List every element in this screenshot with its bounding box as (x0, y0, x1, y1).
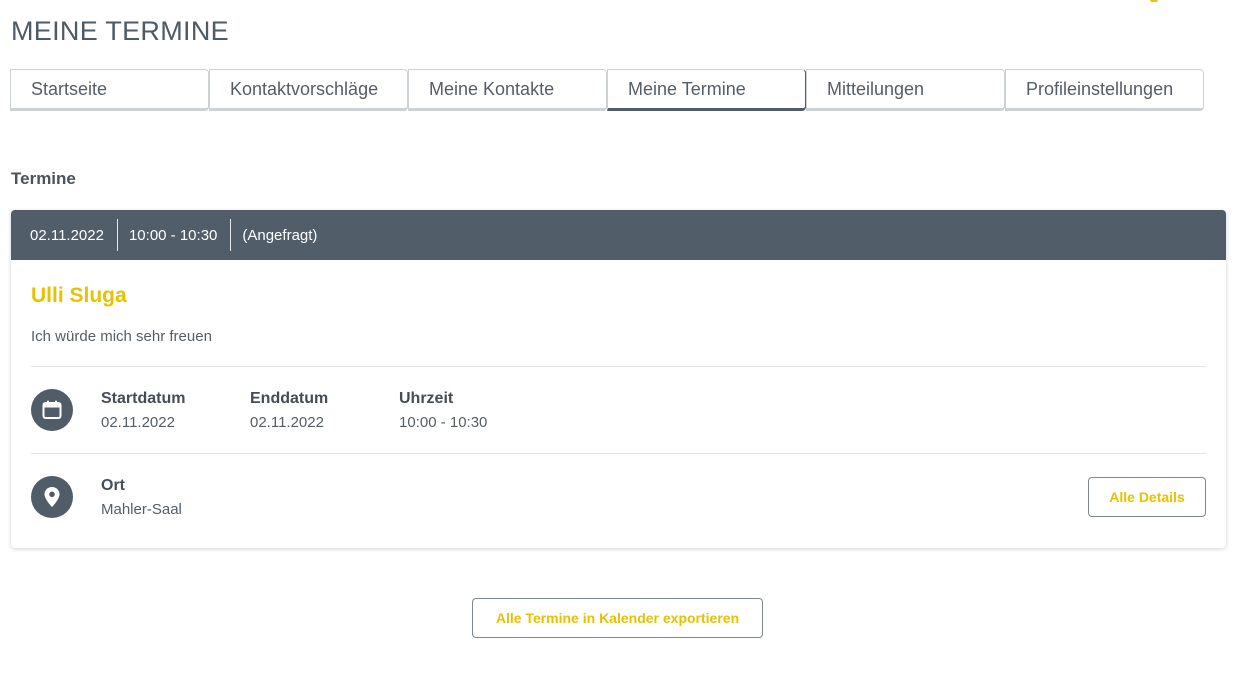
tab-startseite[interactable]: Startseite (10, 69, 209, 111)
location-pin-icon (31, 476, 73, 518)
appointment-body: Ulli Sluga Ich würde mich sehr freuen St… (11, 284, 1226, 540)
time-value: 10:00 - 10:30 (399, 413, 488, 431)
appointment-message: Ich würde mich sehr freuen (31, 328, 212, 345)
all-details-button[interactable]: Alle Details (1088, 477, 1206, 517)
export-calendar-button[interactable]: Alle Termine in Kalender exportieren (472, 598, 763, 638)
contact-name[interactable]: Ulli Sluga (31, 284, 1206, 308)
start-date-label: Startdatum (101, 389, 186, 407)
tab-profileinstellungen[interactable]: Profileinstellungen (1005, 69, 1204, 111)
tab-bar: Startseite Kontaktvorschläge Meine Konta… (10, 69, 1206, 111)
location-fields: Ort Mahler-Saal (101, 477, 250, 518)
page-title: MEINE TERMINE (11, 16, 229, 46)
page: MEINE TERMINE Startseite Kontaktvorschlä… (0, 0, 1240, 698)
appointment-time: 10:00 - 10:30 (128, 226, 218, 244)
corner-accent-mark (1150, 0, 1158, 2)
tab-kontaktvorschlaege[interactable]: Kontaktvorschläge (209, 69, 408, 111)
section-heading: Termine (11, 169, 76, 188)
tab-meine-kontakte[interactable]: Meine Kontakte (408, 69, 607, 111)
appointment-date: 02.11.2022 (30, 226, 104, 244)
location-value: Mahler-Saal (101, 500, 182, 518)
appointment-status: (Angefragt) (242, 226, 318, 244)
appointment-card: 02.11.2022 10:00 - 10:30 (Angefragt) Ull… (11, 210, 1226, 548)
calendar-icon (31, 389, 73, 431)
header-divider (230, 219, 232, 251)
tab-meine-termine[interactable]: Meine Termine (607, 69, 806, 111)
location-info-row: Ort Mahler-Saal Alle Details (31, 454, 1206, 540)
start-date-field: Startdatum 02.11.2022 (101, 390, 250, 431)
location-field: Ort Mahler-Saal (101, 477, 250, 518)
end-date-value: 02.11.2022 (250, 413, 324, 431)
header-divider (116, 219, 118, 251)
location-label: Ort (101, 476, 125, 494)
end-date-label: Enddatum (250, 389, 329, 407)
start-date-value: 02.11.2022 (101, 413, 175, 431)
time-field: Uhrzeit 10:00 - 10:30 (399, 390, 548, 431)
end-date-field: Enddatum 02.11.2022 (250, 390, 399, 431)
appointment-header: 02.11.2022 10:00 - 10:30 (Angefragt) (11, 210, 1226, 260)
tab-mitteilungen[interactable]: Mitteilungen (806, 69, 1005, 111)
date-info-row: Startdatum 02.11.2022 Enddatum 02.11.202… (31, 367, 1206, 453)
time-label: Uhrzeit (399, 389, 454, 407)
date-fields: Startdatum 02.11.2022 Enddatum 02.11.202… (101, 390, 548, 431)
